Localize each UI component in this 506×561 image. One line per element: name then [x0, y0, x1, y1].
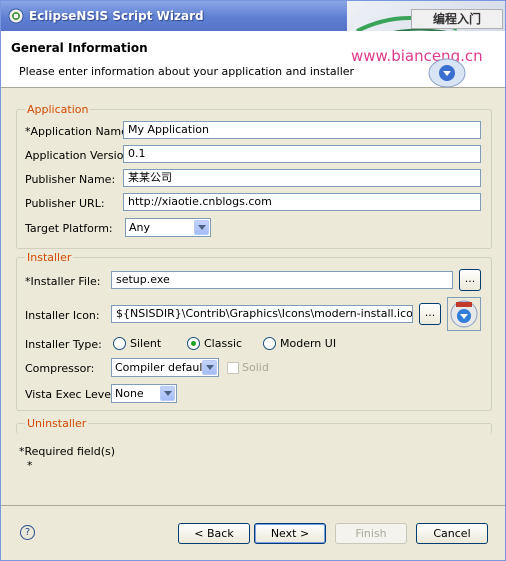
radio-modern-ui[interactable]: Modern UI [263, 337, 336, 350]
chevron-down-icon[interactable] [194, 220, 209, 235]
next-button[interactable]: Next > [254, 523, 326, 544]
radio-silent-circle[interactable] [113, 337, 126, 350]
app-name-field[interactable]: My Application [123, 121, 481, 139]
window-title: EclipseNSIS Script Wizard [29, 9, 204, 23]
help-icon[interactable]: ? [20, 525, 35, 540]
required-note: *Required field(s) [19, 445, 116, 458]
watermark-cn-text: 编程入门 [411, 9, 503, 29]
solid-checkbox[interactable] [227, 362, 239, 374]
page-title: General Information [11, 41, 148, 55]
radio-modern-ui-label: Modern UI [280, 337, 337, 350]
nsis-download-icon [428, 58, 466, 88]
solid-label: Solid [242, 361, 269, 374]
publisher-name-field[interactable]: 某某公司 [123, 169, 481, 187]
target-platform-label: Target Platform: [25, 222, 113, 235]
cancel-button[interactable]: Cancel [416, 523, 488, 544]
installer-type-label: Installer Type: [25, 338, 102, 351]
publisher-url-label: Publisher URL: [25, 197, 105, 210]
finish-button[interactable]: Finish [335, 523, 407, 544]
target-platform-value: Any [129, 221, 151, 234]
installer-file-field[interactable]: setup.exe [111, 271, 453, 289]
app-version-label: Application Version: [25, 149, 135, 162]
compressor-label: Compressor: [25, 362, 95, 375]
browse-icon-button[interactable]: ... [419, 303, 441, 325]
app-name-label: *Application Name: [25, 125, 132, 138]
application-group-label: Application [25, 103, 91, 116]
radio-silent-label: Silent [130, 337, 162, 350]
vista-exec-level-select[interactable]: None [111, 384, 177, 403]
wizard-window: EclipseNSIS Script Wizard 编程入门 General I… [0, 0, 506, 561]
page-description: Please enter information about your appl… [19, 65, 355, 78]
installer-icon-label: Installer Icon: [25, 309, 100, 322]
radio-classic-circle[interactable] [187, 337, 200, 350]
radio-selected-dot [191, 341, 196, 346]
radio-silent[interactable]: Silent [113, 337, 161, 350]
radio-classic[interactable]: Classic [187, 337, 242, 350]
target-platform-select[interactable]: Any [125, 218, 211, 237]
compressor-value: Compiler default [115, 361, 207, 374]
radio-modern-ui-circle[interactable] [263, 337, 276, 350]
required-star: * [27, 459, 33, 472]
radio-classic-label: Classic [204, 337, 243, 350]
uninstaller-group: Uninstaller [16, 417, 492, 434]
eclipse-nsis-icon [8, 8, 24, 24]
compressor-select[interactable]: Compiler default [111, 358, 219, 377]
footer-separator [1, 505, 505, 506]
browse-file-button[interactable]: ... [459, 269, 481, 291]
installer-icon-field[interactable]: ${NSISDIR}\Contrib\Graphics\Icons\modern… [111, 305, 413, 323]
installer-group-label: Installer [25, 251, 74, 264]
publisher-name-label: Publisher Name: [25, 173, 116, 186]
app-version-field[interactable]: 0.1 [123, 145, 481, 163]
chevron-down-icon[interactable] [202, 360, 217, 375]
vista-exec-level-label: Vista Exec Level: [25, 388, 118, 401]
installer-icon-preview [447, 297, 481, 331]
vista-exec-level-value: None [115, 387, 144, 400]
uninstaller-group-label: Uninstaller [25, 417, 89, 430]
installer-file-label: *Installer File: [25, 275, 101, 288]
back-button[interactable]: < Back [178, 523, 250, 544]
publisher-url-field[interactable]: http://xiaotie.cnblogs.com [123, 193, 481, 211]
chevron-down-icon[interactable] [160, 386, 175, 401]
